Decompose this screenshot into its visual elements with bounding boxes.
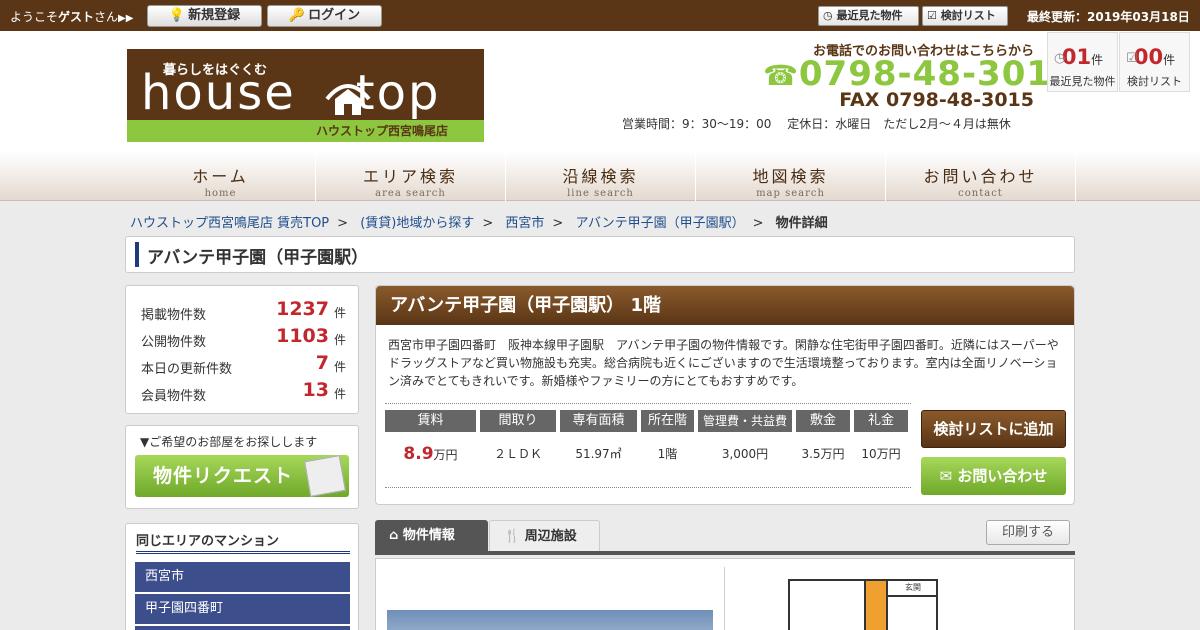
breadcrumb: ハウストップ西宮鳴尾店 賃売TOP > (賃貸)地域から探す > 西宮市 > アバンテ… xyxy=(130,216,828,231)
recent-counter[interactable]: ◷ 01件 最近見た物件 xyxy=(1047,32,1118,92)
spec-value: 3.5万円 xyxy=(801,447,845,461)
nav-contact[interactable]: お問い合わせ contact xyxy=(886,151,1076,201)
nav-line-search[interactable]: 沿線検索 line search xyxy=(506,151,696,201)
breadcrumb-link[interactable]: ハウストップ西宮鳴尾店 賃売TOP xyxy=(130,216,329,231)
same-area-box: 同じエリアのマンション 西宮市 甲子園四番町 xyxy=(125,523,359,630)
welcome-text: ようこそゲストさん▶▶ xyxy=(10,10,134,24)
spec-value: ２ＬＤＫ xyxy=(493,447,542,461)
spec-header: 専有面積 xyxy=(560,410,637,432)
checkbox-icon: ☑ xyxy=(927,9,937,22)
page-title-box: アバンテ甲子園（甲子園駅） xyxy=(125,236,1075,273)
lightbulb-icon: 💡 xyxy=(168,8,186,23)
detail-tabs: ⌂ 物件情報 🍴 周辺施設 印刷する xyxy=(375,520,1075,555)
spec-value: 10万円 xyxy=(861,447,901,461)
breadcrumb-link[interactable]: 西宮市 xyxy=(505,216,544,231)
stats-box: 掲載物件数 1237 件 公開物件数 1103 件 本日の更新件数 7 件 会員物件数 13 件 xyxy=(125,285,359,414)
phone-number[interactable]: ☎0798-48-3010 xyxy=(763,54,1076,94)
spec-value: 51.97㎡ xyxy=(575,447,622,461)
area-link[interactable] xyxy=(135,626,350,630)
area-link[interactable]: 西宮市 xyxy=(135,562,350,592)
property-content: 玄関 xyxy=(375,558,1075,630)
tab-nearby-facilities[interactable]: 🍴 周辺施設 xyxy=(489,520,600,551)
area-link[interactable]: 甲子園四番町 xyxy=(135,594,350,624)
contact-button[interactable]: ✉ お問い合わせ xyxy=(921,457,1066,495)
same-area-heading: 同じエリアのマンション xyxy=(136,530,350,554)
request-box: ▼ご希望のお部屋をお探しします 物件リクエスト xyxy=(125,425,359,509)
spec-value: 1階 xyxy=(657,447,678,461)
property-panel: アバンテ甲子園（甲子園駅） 1階 西宮市甲子園四番町 阪神本線甲子園駅 アバンテ… xyxy=(375,285,1075,505)
key-icon: 🔑 xyxy=(288,8,306,23)
breadcrumb-link[interactable]: アバンテ甲子園（甲子園駅） xyxy=(575,216,744,231)
document-icon xyxy=(304,455,346,497)
rent-value: 8.9万円 xyxy=(403,444,458,464)
checkbox-icon: ☑ xyxy=(1126,51,1138,66)
property-request-button[interactable]: 物件リクエスト xyxy=(135,455,349,497)
spec-header: 礼金 xyxy=(854,410,908,432)
tab-property-info[interactable]: ⌂ 物件情報 xyxy=(375,520,488,551)
review-counter[interactable]: ☑ 00件 検討リスト xyxy=(1119,32,1190,92)
clock-icon: ◷ xyxy=(823,9,833,22)
spec-header: 管理費・共益費 xyxy=(698,410,792,432)
mail-icon: ✉ xyxy=(939,467,958,485)
spec-value: 3,000円 xyxy=(721,447,769,461)
login-button[interactable]: 🔑 ログイン xyxy=(267,5,382,27)
breadcrumb-link[interactable]: (賃貸)地域から探す xyxy=(360,216,474,231)
property-title: アバンテ甲子園（甲子園駅） 1階 xyxy=(376,286,1074,325)
spec-header: 所在階 xyxy=(641,410,694,432)
phone-icon: ☎ xyxy=(763,59,799,92)
print-button[interactable]: 印刷する xyxy=(986,520,1070,545)
review-list-link[interactable]: ☑ 検討リスト xyxy=(922,6,1008,26)
property-description: 西宮市甲子園四番町 阪神本線甲子園駅 アバンテ甲子園の物件情報です。閑静な住宅街… xyxy=(388,338,1059,388)
recent-viewed-link[interactable]: ◷ 最近見た物件 xyxy=(818,6,919,26)
stat-row: 会員物件数 13 件 xyxy=(141,379,346,404)
home-icon: ⌂ xyxy=(389,528,403,543)
site-logo[interactable]: 暮らしをはぐくむ house top ハウストップ西宮鳴尾店 xyxy=(127,49,484,142)
stat-row: 掲載物件数 1237 件 xyxy=(141,298,346,323)
property-photo[interactable] xyxy=(387,610,713,630)
add-to-review-list-button[interactable]: 検討リストに追加 xyxy=(921,410,1066,448)
spec-header: 敷金 xyxy=(796,410,850,432)
nav-map-search[interactable]: 地図検索 map search xyxy=(696,151,886,201)
spec-header: 間取り xyxy=(480,410,556,432)
utensils-icon: 🍴 xyxy=(504,529,525,544)
business-hours: 営業時間：9：30～19：00 定休日：水曜日 ただし2月～４月は無休 xyxy=(622,117,1011,131)
clock-icon: ◷ xyxy=(1054,51,1066,66)
nav-home[interactable]: ホーム home xyxy=(126,151,316,201)
main-nav: ホーム home エリア検索 area search 沿線検索 line search… xyxy=(0,151,1200,201)
nav-area-search[interactable]: エリア検索 area search xyxy=(316,151,506,201)
house-icon xyxy=(325,84,371,115)
register-button[interactable]: 💡 新規登録 xyxy=(147,5,262,27)
floor-plan-image[interactable]: 玄関 xyxy=(788,579,938,630)
fax-number: FAX 0798-48-3015 xyxy=(839,89,1034,111)
stat-row: 本日の更新件数 7 件 xyxy=(141,352,346,377)
last-updated: 最終更新：2019年03月18日 xyxy=(1027,10,1190,24)
page-title: アバンテ甲子園（甲子園駅） xyxy=(147,248,369,268)
breadcrumb-current: 物件詳細 xyxy=(775,216,828,231)
entrance-label: 玄関 xyxy=(888,581,938,597)
top-bar: ようこそゲストさん▶▶ 💡 新規登録 🔑 ログイン ◷ 最近見た物件 ☑ 検討リスト… xyxy=(0,0,1200,31)
stat-row: 公開物件数 1103 件 xyxy=(141,325,346,350)
spec-header: 賃料 xyxy=(385,410,476,432)
